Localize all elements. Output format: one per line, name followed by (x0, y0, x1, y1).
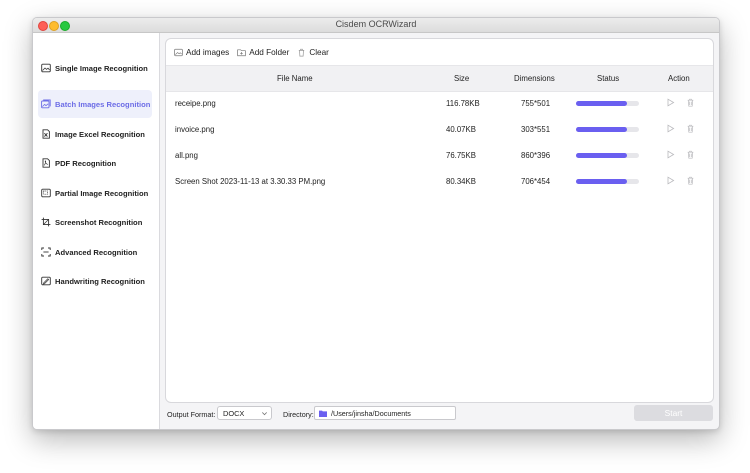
sidebar-item-pdf[interactable]: PDF Recognition (38, 149, 152, 177)
chevron-down-icon (262, 412, 267, 416)
add-images-label: Add images (186, 47, 230, 57)
file-name-cell: Screen Shot 2023-11-13 at 3.30.33 PM.png (175, 177, 326, 186)
sidebar-item-label: Partial Image Recognition (55, 188, 149, 198)
trash-icon[interactable] (686, 176, 695, 185)
sidebar-item-label: Screenshot Recognition (55, 217, 143, 227)
sidebar-item-label: Batch Images Recognition (55, 99, 151, 109)
sidebar-item-label: Single Image Recognition (55, 63, 148, 73)
dimensions-cell: 706*454 (521, 177, 551, 186)
progress-bar (576, 179, 639, 184)
sidebar-item-single-image[interactable]: Single Image Recognition (38, 54, 152, 82)
sidebar-item-screenshot[interactable]: Screenshot Recognition (38, 208, 152, 236)
play-icon[interactable] (666, 150, 675, 159)
size-cell: 80.34KB (446, 177, 476, 186)
screenshot-icon (41, 217, 51, 227)
trash-icon[interactable] (686, 98, 695, 107)
column-header-size[interactable]: Size (454, 74, 469, 83)
table-header: File Name Size Dimensions Status Action (166, 65, 713, 92)
directory-field[interactable]: /Users/jinsha/Documents (314, 406, 456, 420)
progress-bar-fill (576, 127, 628, 132)
advanced-icon (41, 247, 51, 257)
directory-label: Directory: (283, 410, 314, 419)
dimensions-cell: 303*551 (521, 125, 551, 134)
clear-button[interactable]: Clear (297, 48, 329, 57)
sidebar-item-label: Handwriting Recognition (55, 276, 145, 286)
progress-bar-fill (576, 179, 628, 184)
trash-icon (299, 48, 305, 56)
output-format-value: DOCX (223, 408, 245, 418)
start-button[interactable]: Start (634, 405, 713, 421)
image-icon (41, 63, 51, 73)
progress-bar (576, 153, 639, 158)
footer-bar: Output Format: DOCX Directory: /Users/ji… (165, 405, 713, 423)
table-row[interactable]: all.png 76.75KB 860*396 (166, 142, 713, 168)
progress-bar-fill (576, 101, 628, 106)
play-icon[interactable] (666, 124, 675, 133)
file-name-cell: invoice.png (175, 125, 215, 134)
sidebar-item-label: PDF Recognition (55, 158, 117, 168)
sidebar: Single Image Recognition Batch Images Re… (33, 33, 160, 429)
clear-label: Clear (309, 47, 329, 57)
pdf-icon (41, 158, 51, 168)
sidebar-item-label: Image Excel Recognition (55, 129, 145, 139)
table-row[interactable]: receipe.png 116.78KB 755*501 (166, 90, 713, 116)
excel-icon (41, 129, 51, 139)
output-format-select[interactable]: DOCX (217, 406, 272, 420)
table-row[interactable]: Screen Shot 2023-11-13 at 3.30.33 PM.png… (166, 168, 713, 194)
file-list-panel: Add images Add Folder Clear File Name Si… (165, 38, 714, 403)
title-bar: Cisdem OCRWizard (33, 18, 719, 33)
sidebar-item-advanced[interactable]: Advanced Recognition (38, 238, 152, 266)
add-folder-button[interactable]: Add Folder (237, 48, 289, 57)
add-folder-icon (237, 48, 246, 56)
file-name-cell: all.png (175, 151, 198, 160)
table-row[interactable]: invoice.png 40.07KB 303*551 (166, 116, 713, 142)
handwriting-icon (41, 276, 51, 286)
sidebar-item-handwriting[interactable]: Handwriting Recognition (38, 267, 152, 295)
start-label: Start (664, 408, 683, 418)
folder-icon (319, 410, 327, 417)
sidebar-item-image-excel[interactable]: Image Excel Recognition (38, 120, 152, 148)
directory-value: /Users/jinsha/Documents (331, 408, 411, 418)
size-cell: 40.07KB (446, 125, 476, 134)
sidebar-item-label: Advanced Recognition (55, 247, 138, 257)
trash-icon[interactable] (686, 124, 695, 133)
dimensions-cell: 755*501 (521, 99, 551, 108)
column-header-dimensions[interactable]: Dimensions (514, 74, 555, 83)
progress-bar (576, 127, 639, 132)
sidebar-item-batch-images[interactable]: Batch Images Recognition (38, 90, 152, 118)
app-window: Cisdem OCRWizard Single Image Recognitio… (32, 17, 720, 430)
trash-icon[interactable] (686, 150, 695, 159)
progress-bar (576, 101, 639, 106)
images-icon (41, 99, 51, 109)
column-header-status[interactable]: Status (597, 74, 619, 83)
partial-image-icon (41, 188, 51, 198)
play-icon[interactable] (666, 176, 675, 185)
add-folder-label: Add Folder (249, 47, 290, 57)
sidebar-item-partial-image[interactable]: Partial Image Recognition (38, 179, 152, 207)
file-name-cell: receipe.png (175, 99, 216, 108)
add-images-button[interactable]: Add images (174, 48, 229, 57)
progress-bar-fill (576, 153, 628, 158)
dimensions-cell: 860*396 (521, 151, 551, 160)
add-image-icon (174, 48, 183, 56)
column-header-file-name[interactable]: File Name (277, 74, 313, 83)
size-cell: 116.78KB (446, 99, 480, 108)
size-cell: 76.75KB (446, 151, 476, 160)
toolbar: Add images Add Folder Clear (174, 46, 337, 58)
output-format-label: Output Format: (167, 410, 216, 419)
column-header-action[interactable]: Action (668, 74, 690, 83)
play-icon[interactable] (666, 98, 675, 107)
window-title: Cisdem OCRWizard (335, 19, 417, 29)
